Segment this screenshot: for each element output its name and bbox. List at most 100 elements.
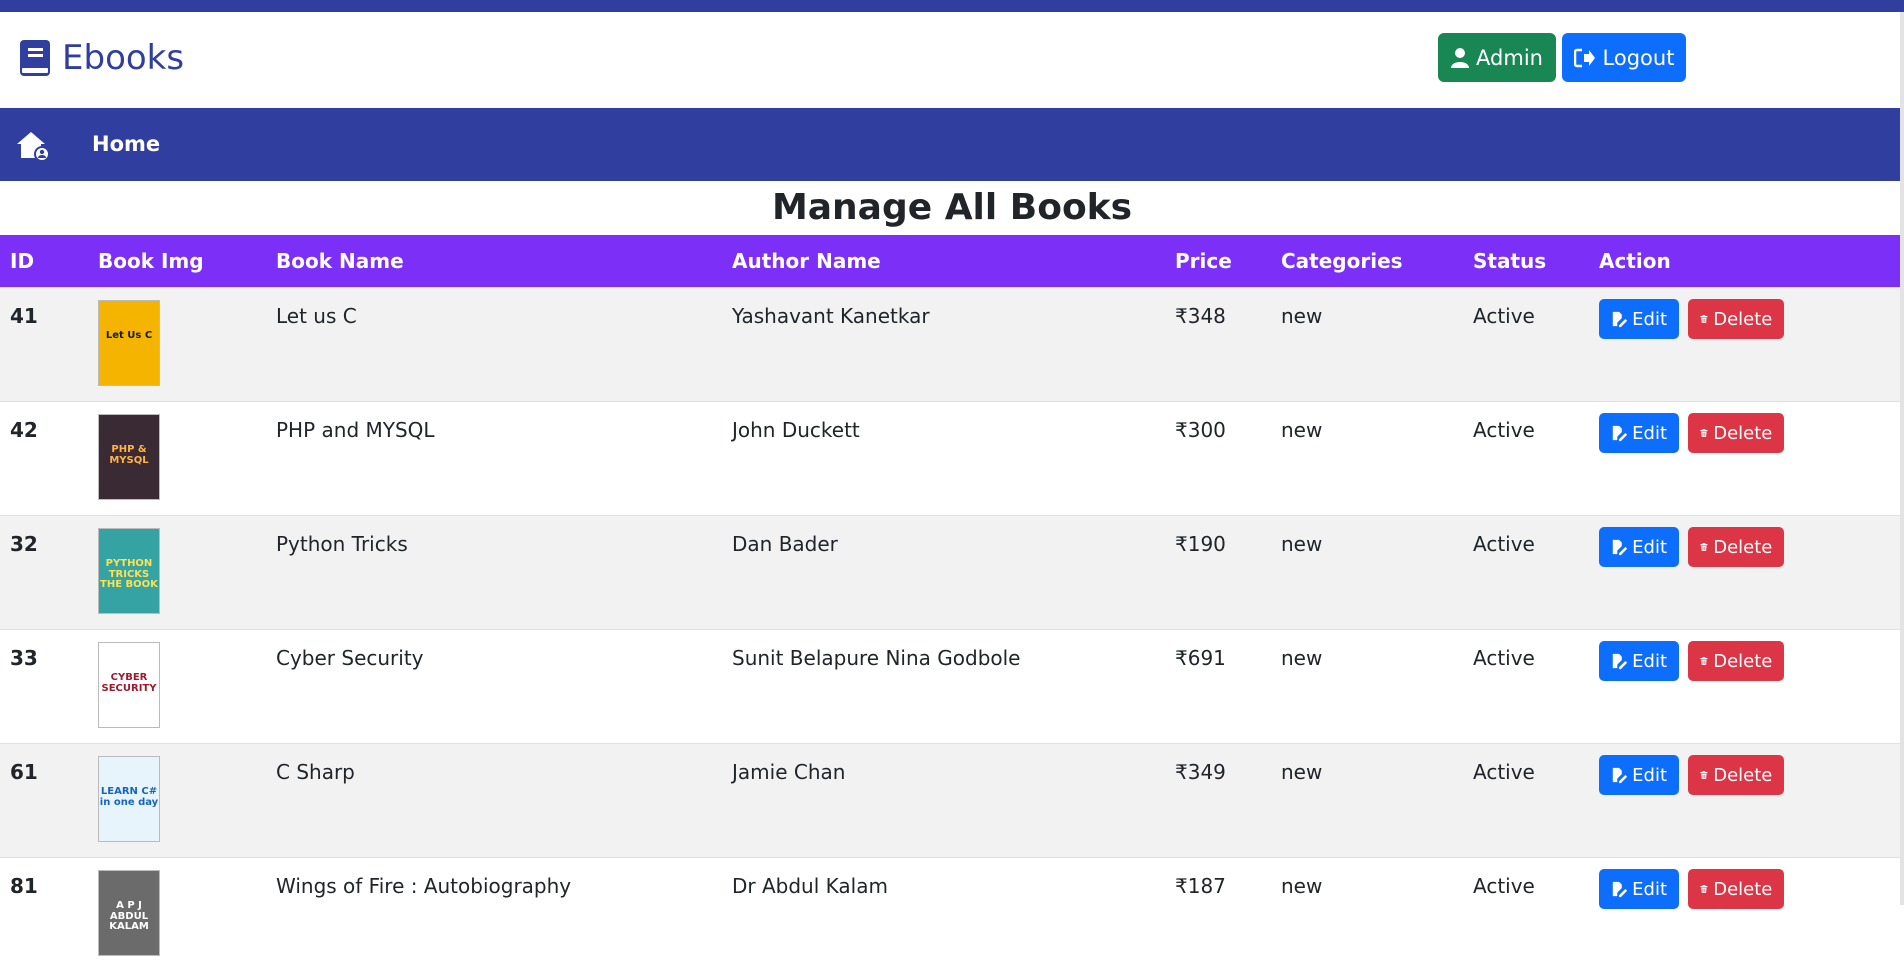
edit-button[interactable]: Edit [1599, 413, 1679, 453]
book-cover-image: A P J ABDUL KALAM [98, 870, 160, 956]
column-header-action: Action [1589, 235, 1900, 288]
edit-file-icon [1611, 538, 1627, 556]
book-price: ₹691 [1165, 630, 1271, 744]
delete-button-label: Delete [1713, 651, 1772, 672]
book-price: ₹300 [1165, 402, 1271, 516]
table-row: 61 LEARN C# in one day C Sharp Jamie Cha… [0, 744, 1900, 858]
book-icon [20, 40, 50, 76]
trash-icon [1700, 766, 1708, 784]
book-id: 61 [0, 744, 88, 858]
book-id: 32 [0, 516, 88, 630]
book-image-cell: PYTHON TRICKS THE BOOK [88, 516, 266, 630]
book-id: 41 [0, 288, 88, 402]
author-name: Yashavant Kanetkar [722, 288, 1165, 402]
book-cover-image: LEARN C# in one day [98, 756, 160, 842]
book-cover-caption: A P J ABDUL KALAM [99, 901, 159, 933]
action-cell: Edit Delete [1589, 402, 1900, 516]
action-cell: Edit Delete [1589, 288, 1900, 402]
books-table: ID Book Img Book Name Author Name Price … [0, 235, 1900, 971]
table-row: 81 A P J ABDUL KALAM Wings of Fire : Aut… [0, 858, 1900, 971]
delete-button[interactable]: Delete [1688, 527, 1784, 567]
author-name: Dan Bader [722, 516, 1165, 630]
action-cell: Edit Delete [1589, 516, 1900, 630]
nav-home-link[interactable]: Home [92, 132, 160, 156]
site-header: Ebooks Admin Logout [0, 12, 1904, 108]
book-name: Wings of Fire : Autobiography [266, 858, 722, 971]
table-header-row: ID Book Img Book Name Author Name Price … [0, 235, 1900, 288]
edit-file-icon [1611, 310, 1627, 328]
logout-icon [1574, 48, 1596, 68]
column-header-book-name: Book Name [266, 235, 722, 288]
column-header-book-img: Book Img [88, 235, 266, 288]
edit-button-label: Edit [1632, 423, 1667, 444]
author-name: Jamie Chan [722, 744, 1165, 858]
edit-button[interactable]: Edit [1599, 755, 1679, 795]
trash-icon [1700, 880, 1708, 898]
delete-button[interactable]: Delete [1688, 869, 1784, 909]
book-cover-caption: CYBER SECURITY [99, 673, 159, 694]
edit-button[interactable]: Edit [1599, 299, 1679, 339]
delete-button-label: Delete [1713, 537, 1772, 558]
edit-button-label: Edit [1632, 309, 1667, 330]
book-cover-caption: LEARN C# in one day [99, 787, 159, 808]
column-header-author-name: Author Name [722, 235, 1165, 288]
action-cell: Edit Delete [1589, 630, 1900, 744]
book-category: new [1271, 744, 1463, 858]
main-navbar: Home [0, 108, 1904, 181]
column-header-categories: Categories [1271, 235, 1463, 288]
book-category: new [1271, 630, 1463, 744]
column-header-id: ID [0, 235, 88, 288]
delete-button-label: Delete [1713, 309, 1772, 330]
delete-button-label: Delete [1713, 765, 1772, 786]
book-name: Cyber Security [266, 630, 722, 744]
edit-button[interactable]: Edit [1599, 641, 1679, 681]
book-price: ₹349 [1165, 744, 1271, 858]
book-image-cell: CYBER SECURITY [88, 630, 266, 744]
trash-icon [1700, 652, 1708, 670]
book-name: Python Tricks [266, 516, 722, 630]
book-name: C Sharp [266, 744, 722, 858]
book-status: Active [1463, 516, 1589, 630]
book-cover-image: CYBER SECURITY [98, 642, 160, 728]
edit-button-label: Edit [1632, 651, 1667, 672]
logout-button[interactable]: Logout [1562, 33, 1686, 82]
book-name: Let us C [266, 288, 722, 402]
admin-button-label: Admin [1476, 46, 1543, 70]
book-cover-caption: PYTHON TRICKS THE BOOK [99, 559, 159, 591]
delete-button-label: Delete [1713, 879, 1772, 900]
book-status: Active [1463, 630, 1589, 744]
edit-button-label: Edit [1632, 765, 1667, 786]
edit-file-icon [1611, 652, 1627, 670]
book-image-cell: Let Us C [88, 288, 266, 402]
action-cell: Edit Delete [1589, 858, 1900, 971]
table-row: 33 CYBER SECURITY Cyber Security Sunit B… [0, 630, 1900, 744]
brand-logo[interactable]: Ebooks [20, 40, 184, 76]
book-status: Active [1463, 858, 1589, 971]
vertical-scrollbar[interactable] [1900, 12, 1904, 905]
logout-button-label: Logout [1603, 46, 1675, 70]
delete-button[interactable]: Delete [1688, 413, 1784, 453]
house-user-icon[interactable] [15, 130, 51, 162]
table-row: 32 PYTHON TRICKS THE BOOK Python Tricks … [0, 516, 1900, 630]
table-row: 42 PHP & MYSQL PHP and MYSQL John Ducket… [0, 402, 1900, 516]
admin-button[interactable]: Admin [1438, 33, 1556, 82]
book-category: new [1271, 858, 1463, 971]
column-header-price: Price [1165, 235, 1271, 288]
trash-icon [1700, 424, 1708, 442]
author-name: Dr Abdul Kalam [722, 858, 1165, 971]
edit-button[interactable]: Edit [1599, 869, 1679, 909]
book-cover-image: Let Us C [98, 300, 160, 386]
book-image-cell: A P J ABDUL KALAM [88, 858, 266, 971]
book-cover-image: PHP & MYSQL [98, 414, 160, 500]
edit-file-icon [1611, 766, 1627, 784]
delete-button[interactable]: Delete [1688, 755, 1784, 795]
book-id: 81 [0, 858, 88, 971]
delete-button[interactable]: Delete [1688, 299, 1784, 339]
page-title: Manage All Books [0, 181, 1904, 235]
book-price: ₹187 [1165, 858, 1271, 971]
edit-button[interactable]: Edit [1599, 527, 1679, 567]
trash-icon [1700, 538, 1708, 556]
action-cell: Edit Delete [1589, 744, 1900, 858]
delete-button[interactable]: Delete [1688, 641, 1784, 681]
top-accent-strip [0, 0, 1904, 12]
